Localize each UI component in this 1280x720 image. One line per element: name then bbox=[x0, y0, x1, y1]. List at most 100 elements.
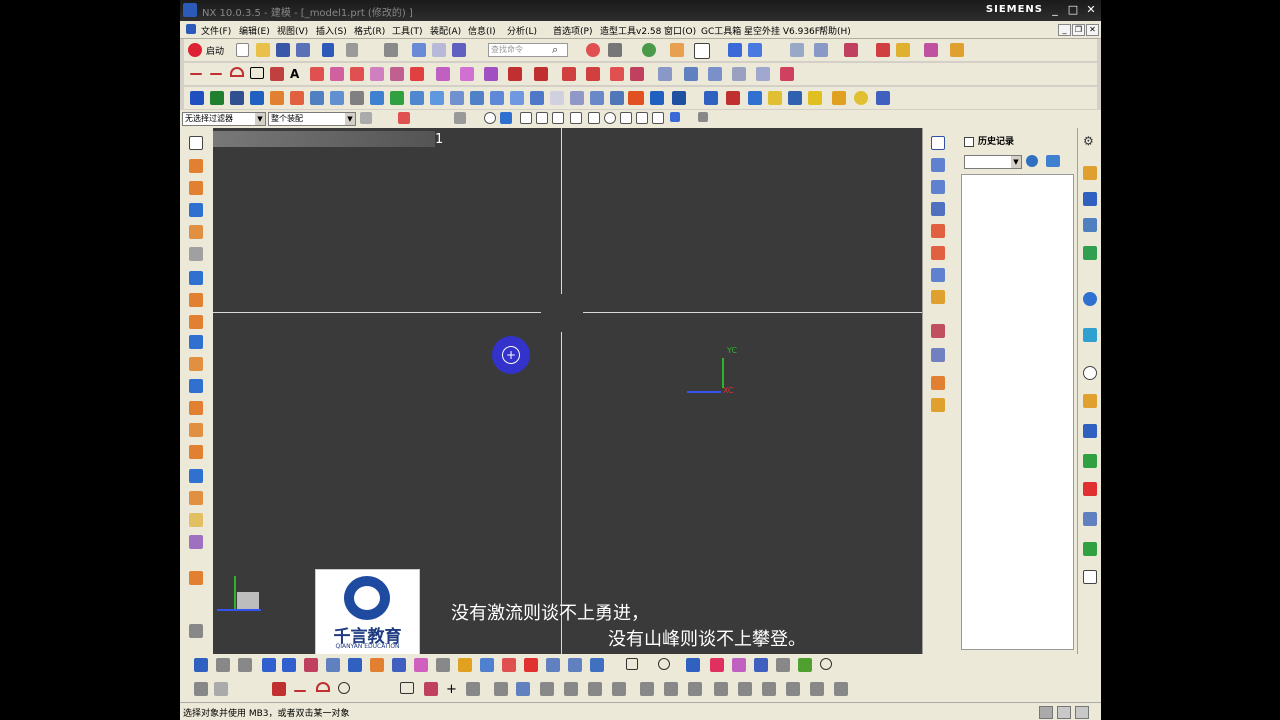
text-icon[interactable]: A bbox=[290, 67, 304, 81]
snap-quadrant-icon[interactable] bbox=[620, 112, 632, 124]
auto-constrain-icon[interactable] bbox=[370, 658, 384, 672]
select-icon[interactable] bbox=[452, 43, 466, 57]
wcs-icon[interactable] bbox=[790, 43, 804, 57]
sew-icon[interactable] bbox=[189, 335, 203, 349]
redo-icon[interactable] bbox=[346, 43, 358, 57]
folder-icon[interactable] bbox=[768, 91, 782, 105]
manufacturing-wizard-icon[interactable] bbox=[1083, 454, 1097, 468]
show-hide-icon[interactable] bbox=[484, 112, 496, 124]
polygon-icon[interactable] bbox=[270, 67, 284, 81]
hole-icon[interactable] bbox=[370, 91, 384, 105]
animate-icon[interactable] bbox=[502, 658, 516, 672]
graphics-window[interactable]: 1 + YC XC 千言教育 QIANYAN EDUCATION 没有激流则谈不… bbox=[213, 128, 922, 654]
note-icon[interactable] bbox=[808, 91, 822, 105]
groove-icon[interactable] bbox=[490, 91, 504, 105]
copy-icon[interactable] bbox=[432, 43, 446, 57]
menu-styling-tools[interactable]: 造型工具v2.58 bbox=[600, 24, 661, 37]
edit-curve-icon[interactable] bbox=[610, 67, 624, 81]
extract-curve-icon[interactable] bbox=[410, 67, 424, 81]
through-curves-icon[interactable] bbox=[684, 67, 698, 81]
fillet-curve-icon[interactable] bbox=[562, 67, 576, 81]
bridge-curve-icon[interactable] bbox=[350, 67, 364, 81]
history-collapse-checkbox[interactable] bbox=[964, 136, 974, 147]
show-constraints-icon[interactable] bbox=[392, 658, 406, 672]
snap-mid-icon[interactable] bbox=[536, 112, 548, 124]
sketch-settings-icon[interactable] bbox=[834, 682, 848, 696]
circle-tool-icon[interactable] bbox=[820, 658, 832, 670]
center-point-ball[interactable]: + bbox=[492, 336, 530, 374]
trim-curve-icon[interactable] bbox=[508, 67, 522, 81]
mesh-surface-icon[interactable] bbox=[708, 67, 722, 81]
view-frame-icon[interactable] bbox=[694, 43, 710, 59]
measure-icon[interactable] bbox=[844, 43, 858, 57]
sketch-arc-icon[interactable] bbox=[316, 682, 330, 692]
boss-icon[interactable] bbox=[410, 91, 424, 105]
project-tool-icon[interactable] bbox=[664, 682, 678, 696]
feature-group-icon[interactable] bbox=[189, 571, 203, 585]
create-dimension-icon[interactable] bbox=[480, 658, 494, 672]
save-icon[interactable] bbox=[276, 43, 290, 57]
cone-icon[interactable] bbox=[189, 225, 203, 239]
view-rotate-icon[interactable] bbox=[931, 224, 945, 238]
snap-control-icon[interactable] bbox=[552, 112, 564, 124]
maximize-button[interactable]: □ bbox=[1067, 4, 1079, 16]
hd3d-tools-icon[interactable] bbox=[1083, 570, 1097, 584]
snap-cube-icon[interactable] bbox=[500, 112, 512, 124]
section-view-icon[interactable] bbox=[931, 324, 945, 338]
color-sphere-icon[interactable] bbox=[642, 43, 656, 57]
history-filter-select[interactable]: ▼ bbox=[964, 155, 1022, 169]
transform-icon[interactable] bbox=[189, 624, 203, 638]
sketch-point-icon[interactable] bbox=[466, 682, 480, 696]
left-arrow-icon[interactable] bbox=[262, 658, 276, 672]
start-button[interactable]: 启动 bbox=[206, 44, 224, 57]
roles-icon[interactable] bbox=[1083, 482, 1097, 496]
rectangle-tool-icon[interactable] bbox=[626, 658, 638, 670]
box-icon[interactable] bbox=[270, 91, 284, 105]
gray-grid-icon[interactable] bbox=[214, 682, 228, 696]
grid-tool-icon[interactable] bbox=[710, 658, 724, 672]
red-cube-icon[interactable] bbox=[524, 658, 538, 672]
save-as-icon[interactable] bbox=[296, 43, 310, 57]
sketch-circle-icon[interactable] bbox=[338, 682, 350, 694]
replace-face-icon[interactable] bbox=[189, 423, 203, 437]
sketch-line-icon[interactable] bbox=[294, 690, 306, 692]
rectangle-icon[interactable] bbox=[250, 67, 264, 79]
snap-toggle-icon[interactable] bbox=[698, 112, 708, 122]
menu-analysis[interactable]: 分析(L) bbox=[507, 24, 537, 37]
swept-icon[interactable] bbox=[732, 67, 746, 81]
new-sketch-icon[interactable] bbox=[189, 136, 203, 150]
snap-existing-point-icon[interactable] bbox=[670, 112, 680, 122]
snap-point-icon[interactable] bbox=[586, 43, 600, 57]
chamfer-curve-icon[interactable] bbox=[586, 67, 600, 81]
orange-tool-icon[interactable] bbox=[628, 91, 644, 105]
menu-assembly[interactable]: 装配(A) bbox=[430, 24, 461, 37]
unite-icon[interactable] bbox=[189, 271, 203, 285]
line-icon[interactable] bbox=[190, 73, 202, 75]
project-curve-icon[interactable] bbox=[330, 67, 344, 81]
arc-icon[interactable] bbox=[230, 67, 244, 77]
infer-icon[interactable] bbox=[458, 658, 472, 672]
pattern-icon[interactable] bbox=[590, 91, 604, 105]
download-arrow-icon[interactable] bbox=[190, 91, 204, 105]
gear-icon[interactable]: ⚙ bbox=[1083, 134, 1097, 148]
slot-icon[interactable] bbox=[470, 91, 484, 105]
sketch-studio-spline-icon[interactable] bbox=[424, 682, 438, 696]
status-panel-icon[interactable] bbox=[1057, 706, 1071, 719]
web-browser-icon[interactable] bbox=[1083, 292, 1097, 306]
edit-toolbar-icon[interactable] bbox=[194, 682, 208, 696]
curve-length-icon[interactable] bbox=[630, 67, 644, 81]
palette-icon[interactable] bbox=[1083, 542, 1097, 556]
trim-tool-icon[interactable] bbox=[686, 658, 700, 672]
menu-edit[interactable]: 编辑(E) bbox=[239, 24, 270, 37]
view-top-icon[interactable] bbox=[931, 158, 945, 172]
tools-list-icon[interactable] bbox=[876, 91, 890, 105]
lighting-icon[interactable] bbox=[931, 398, 945, 412]
derived-line-icon[interactable] bbox=[516, 682, 530, 696]
menu-preferences[interactable]: 首选项(P) bbox=[553, 24, 592, 37]
arc-line-icon[interactable] bbox=[210, 73, 222, 75]
sketch-icon[interactable] bbox=[250, 91, 264, 105]
analysis-icon[interactable] bbox=[876, 43, 890, 57]
add-curve-icon[interactable] bbox=[640, 682, 654, 696]
stack-icon[interactable] bbox=[748, 91, 762, 105]
extrude-left-icon[interactable] bbox=[189, 159, 203, 173]
